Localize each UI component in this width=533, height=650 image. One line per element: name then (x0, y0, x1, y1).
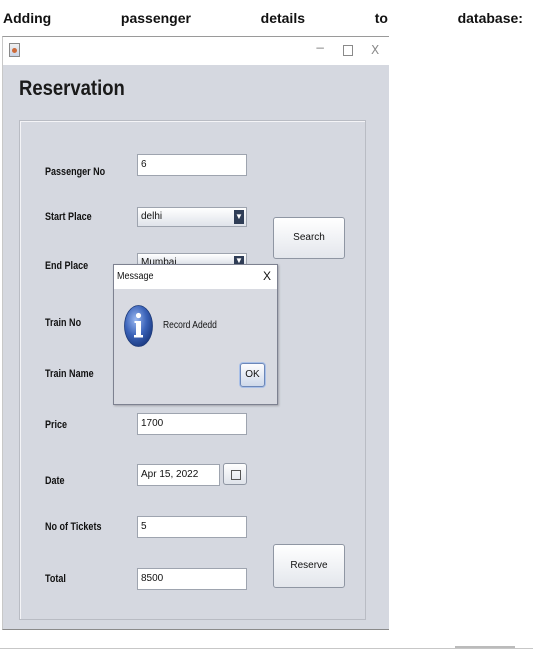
start-place-combo[interactable]: delhi ▼ (137, 207, 247, 227)
window-titlebar: − X (3, 37, 389, 65)
date-picker-button[interactable] (223, 463, 247, 485)
date-value: Apr 15, 2022 (141, 469, 199, 480)
start-place-label-abs: Start Place (45, 211, 92, 223)
price-label-abs: Price (45, 419, 68, 431)
dialog-close-button[interactable]: X (263, 269, 271, 283)
page-title: Reservation (19, 77, 125, 100)
heading-word: details (260, 10, 305, 26)
java-app-icon (9, 43, 20, 57)
no-of-tickets-value: 5 (141, 521, 147, 532)
instruction-heading: Adding passenger details to database: (3, 10, 523, 26)
dialog-message: Record Adedd (163, 320, 217, 331)
heading-word: database: (457, 10, 523, 26)
price-field[interactable]: 1700 (137, 413, 247, 435)
train-name-label-abs: Train Name (45, 368, 94, 380)
no-of-tickets-label-abs: No of Tickets (45, 521, 102, 533)
heading-word: to (374, 10, 388, 26)
close-button[interactable]: X (371, 43, 379, 57)
total-label-abs: Total (45, 573, 66, 585)
info-icon (124, 305, 153, 347)
total-field[interactable]: 8500 (137, 568, 247, 590)
calendar-icon (231, 470, 241, 480)
ok-button[interactable]: OK (240, 363, 265, 387)
total-value: 8500 (141, 573, 164, 584)
minimize-button[interactable]: − (315, 41, 325, 55)
maximize-button[interactable] (343, 45, 353, 56)
chevron-down-icon[interactable]: ▼ (234, 210, 244, 224)
reserve-button[interactable]: Reserve (273, 544, 345, 588)
start-place-value: delhi (141, 211, 163, 222)
message-dialog: Message X Record Adedd OK (113, 264, 278, 405)
dialog-title: Message (117, 271, 154, 282)
price-value: 1700 (141, 418, 164, 429)
search-button[interactable]: Search (273, 217, 345, 259)
heading-word: Adding (3, 10, 52, 26)
heading-word: passenger (120, 10, 191, 26)
passenger-no-label-abs: Passenger No (45, 166, 106, 178)
passenger-no-field[interactable]: 6 (137, 154, 247, 176)
page-divider (0, 648, 533, 649)
end-place-label-abs: End Place (45, 260, 89, 272)
train-no-label-abs: Train No (45, 317, 82, 329)
date-field[interactable]: Apr 15, 2022 (137, 464, 220, 486)
no-of-tickets-field[interactable]: 5 (137, 516, 247, 538)
page-scrollbar[interactable] (455, 646, 515, 648)
passenger-no-value: 6 (141, 159, 147, 170)
dialog-titlebar: Message X (114, 265, 277, 289)
date-label-abs: Date (45, 475, 65, 487)
